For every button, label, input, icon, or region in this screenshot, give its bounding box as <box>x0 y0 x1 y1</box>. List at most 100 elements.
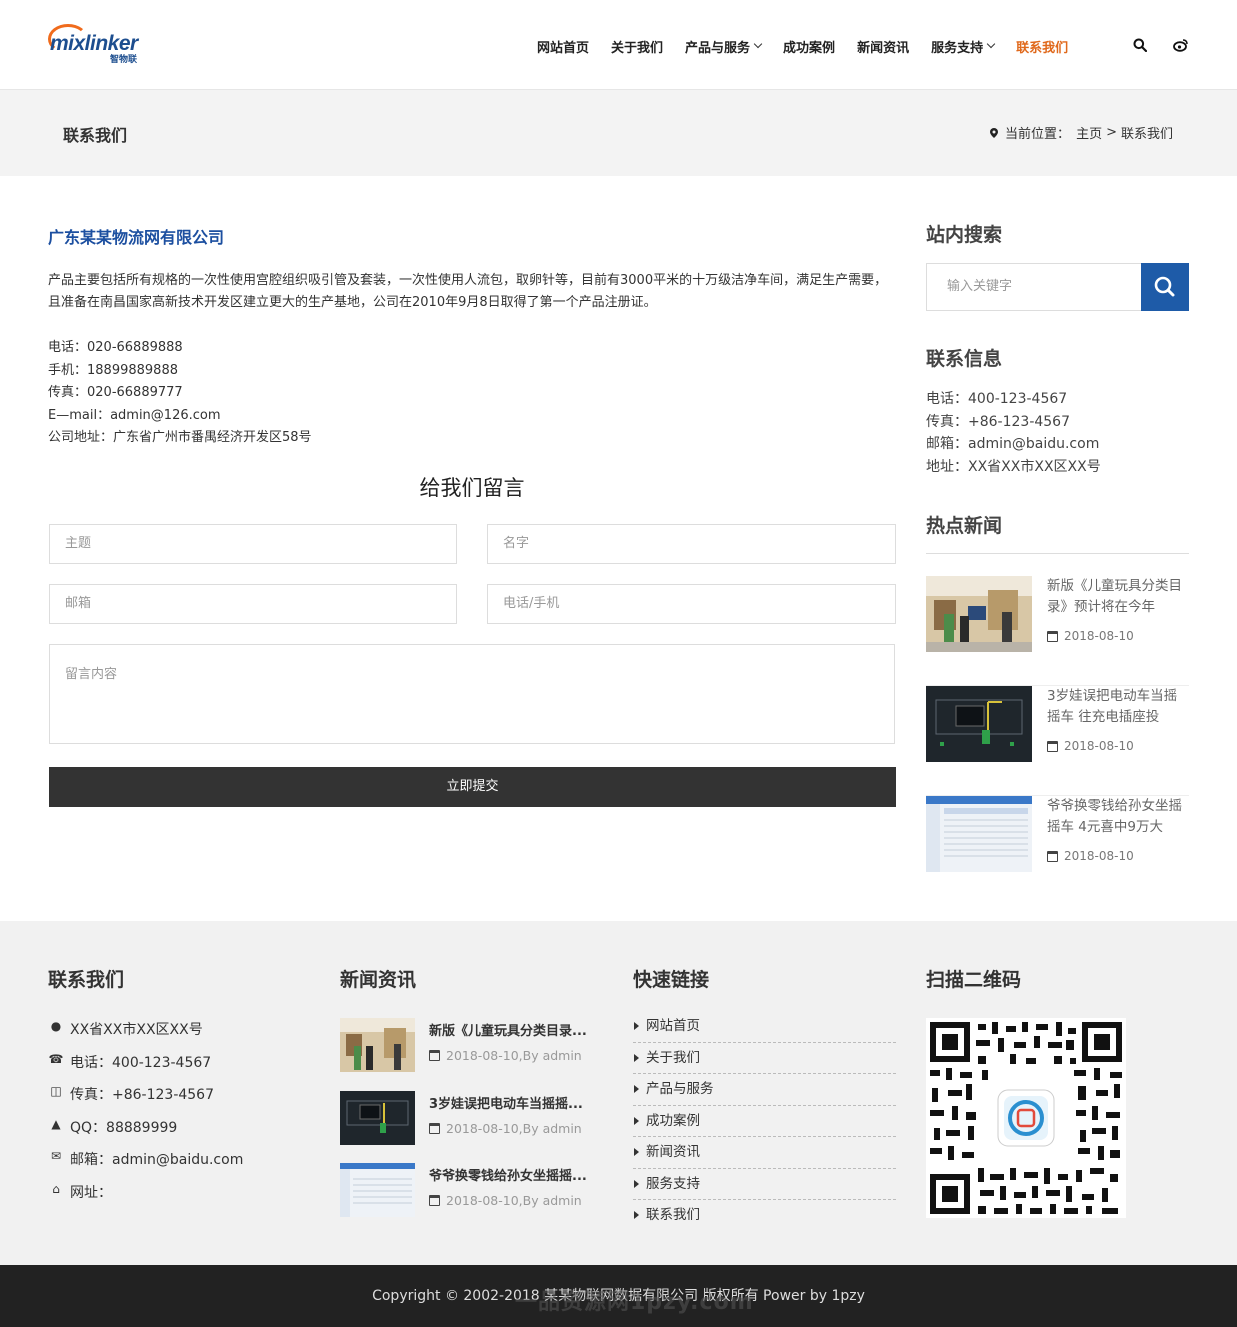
meta-text: 2018-08-10,By admin <box>446 1048 582 1063</box>
name-input[interactable]: 名字 <box>487 524 896 564</box>
nav-label: 服务支持 <box>931 40 984 56</box>
breadcrumb: 当前位置： 主页 > 联系我们 <box>990 123 1173 142</box>
contact-phone: 电话：020-66889888 <box>48 340 183 355</box>
message-form-title: 给我们留言 <box>419 476 525 500</box>
sidebar-email: 邮箱：admin@baidu.com <box>926 436 1100 452</box>
sidebar-contact-title: 联系信息 <box>926 348 1003 370</box>
search-icon[interactable] <box>1133 38 1147 52</box>
footer-link-contact[interactable]: 联系我们 <box>633 1200 896 1232</box>
envelope-icon: ✉ <box>50 1149 62 1163</box>
news-thumbnail-diagram <box>926 686 1032 762</box>
submit-button[interactable]: 立即提交 <box>49 767 896 807</box>
nav-label: 成功案例 <box>783 40 836 56</box>
hot-news-title[interactable]: 3岁娃误把电动车当摇摇车 往充电插座投 <box>1047 686 1189 728</box>
breadcrumb-home-link[interactable]: 主页 <box>1076 123 1102 142</box>
sidebar-contact-list: 电话：400-123-4567 传真：+86-123-4567 邮箱：admin… <box>926 388 1101 478</box>
footer-news-title-text[interactable]: 新版《儿童玩具分类目录... <box>429 1020 601 1039</box>
breadcrumb-prefix: 当前位置： <box>1005 127 1071 142</box>
sidebar-search-button[interactable] <box>1141 263 1189 311</box>
email-input[interactable]: 邮箱 <box>49 584 457 624</box>
search-icon <box>1154 276 1175 297</box>
footer-link-home[interactable]: 网站首页 <box>633 1011 896 1043</box>
qq-icon: ▲ <box>51 1116 61 1131</box>
footer-news-item[interactable]: 爷爷换零钱给孙女坐摇摇... 2018-08-10,By admin <box>340 1163 600 1217</box>
divider <box>926 553 1189 554</box>
calendar-icon <box>429 1123 440 1134</box>
phone-input[interactable]: 电话/手机 <box>487 584 896 624</box>
map-pin-icon: ● <box>50 1019 62 1033</box>
footer-link-cases[interactable]: 成功案例 <box>633 1106 896 1137</box>
footer-contact-list: ● XX省XX市XX区XX号 ☎ 电话：400-123-4567 ◫ 传真：+86-1… <box>48 1019 244 1215</box>
footer-contact-fax: ◫ 传真：+86-123-4567 <box>48 1084 243 1117</box>
contact-mobile: 手机：18899889888 <box>48 362 178 378</box>
nav-label: 新闻资讯 <box>857 40 910 56</box>
nav-item-cases[interactable]: 成功案例 <box>783 36 835 56</box>
message-textarea[interactable]: 留言内容 <box>49 644 895 744</box>
contact-text: XX省XX市XX区XX号 <box>70 1022 203 1038</box>
contact-address: 公司地址：广东省广州市番禺经济开发区58号 <box>48 430 312 445</box>
subject-input[interactable]: 主题 <box>49 524 457 564</box>
footer-contact-website: ⌂ 网址： <box>48 1182 243 1215</box>
hot-news-date: 2018-08-10 <box>1047 739 1134 753</box>
phone-icon: ☎ <box>48 1051 64 1066</box>
news-thumbnail-exhibition <box>340 1018 415 1072</box>
footer-news-meta: 2018-08-10,By admin <box>429 1121 582 1136</box>
breadcrumb-separator: > <box>1106 125 1117 140</box>
hot-news-date: 2018-08-10 <box>1047 629 1134 643</box>
hot-news-title[interactable]: 新版《儿童玩具分类目录》预计将在今年 <box>1047 576 1189 618</box>
hot-news-item[interactable]: 新版《儿童玩具分类目录》预计将在今年 2018-08-10 <box>926 576 1189 686</box>
news-thumbnail-spreadsheet <box>340 1163 415 1217</box>
news-thumbnail-diagram <box>340 1091 415 1145</box>
calendar-icon <box>429 1050 440 1061</box>
contact-text: 传真：+86-123-4567 <box>70 1087 214 1103</box>
footer-news-item[interactable]: 3岁娃误把电动车当摇摇... 2018-08-10,By admin <box>340 1091 600 1145</box>
nav-item-news[interactable]: 新闻资讯 <box>857 36 909 56</box>
footer-news-title-text[interactable]: 爷爷换零钱给孙女坐摇摇... <box>429 1165 601 1184</box>
company-intro: 产品主要包括所有规格的一次性使用宫腔组织吸引管及套装，一次性使用人流包，取卵针等… <box>48 273 888 310</box>
sidebar-hot-title: 热点新闻 <box>926 515 1003 537</box>
news-thumbnail-spreadsheet <box>926 796 1032 872</box>
footer-news-item[interactable]: 新版《儿童玩具分类目录... 2018-08-10,By admin <box>340 1018 600 1072</box>
page-title: 联系我们 <box>63 126 128 145</box>
hot-news-item[interactable]: 3岁娃误把电动车当摇摇车 往充电插座投 2018-08-10 <box>926 686 1189 796</box>
nav-item-contact[interactable]: 联系我们 <box>1016 36 1068 56</box>
footer-link-news[interactable]: 新闻资讯 <box>633 1137 896 1169</box>
hot-news-title[interactable]: 爷爷换零钱给孙女坐摇摇车 4元喜中9万大 <box>1047 796 1189 838</box>
date-text: 2018-08-10 <box>1064 629 1134 643</box>
calendar-icon <box>429 1195 440 1206</box>
nav-label: 产品与服务 <box>685 40 751 56</box>
footer-contact-email: ✉ 邮箱：admin@baidu.com <box>48 1149 243 1182</box>
footer-news-meta: 2018-08-10,By admin <box>429 1048 582 1063</box>
meta-text: 2018-08-10,By admin <box>446 1121 582 1136</box>
site-logo[interactable]: mixlinker 智物联 <box>48 22 156 65</box>
logo-subtext: 智物联 <box>110 55 138 65</box>
footer-news-title-text[interactable]: 3岁娃误把电动车当摇摇... <box>429 1093 601 1112</box>
company-contact-list: 电话：020-66889888 手机：18899889888 传真：020-66… <box>48 337 312 450</box>
footer-contact-address: ● XX省XX市XX区XX号 <box>48 1019 243 1052</box>
contact-text: 邮箱：admin@baidu.com <box>70 1152 244 1168</box>
company-name: 广东某某物流网有限公司 <box>48 228 225 247</box>
footer-link-about[interactable]: 关于我们 <box>633 1043 896 1074</box>
footer-link-products[interactable]: 产品与服务 <box>633 1074 896 1106</box>
site-header: mixlinker 智物联 网站首页 关于我们 产品与服务 成功案例 新闻资讯 … <box>0 0 1237 90</box>
footer-news-title: 新闻资讯 <box>340 969 417 991</box>
calendar-icon <box>1047 850 1058 862</box>
footer-contact-qq: ▲ QQ：88889999 <box>48 1117 243 1150</box>
home-icon: ⌂ <box>52 1181 60 1196</box>
footer-link-support[interactable]: 服务支持 <box>633 1169 896 1200</box>
footer-contact-phone: ☎ 电话：400-123-4567 <box>48 1052 243 1085</box>
sidebar-search-title: 站内搜索 <box>926 224 1003 246</box>
map-pin-icon <box>990 127 999 138</box>
calendar-icon <box>1047 740 1058 752</box>
sidebar-search-input[interactable]: 输入关键字 <box>926 263 1141 311</box>
date-text: 2018-08-10 <box>1064 849 1134 863</box>
hot-news-item[interactable]: 爷爷换零钱给孙女坐摇摇车 4元喜中9万大 2018-08-10 <box>926 796 1189 906</box>
nav-item-home[interactable]: 网站首页 <box>537 36 589 56</box>
nav-item-support[interactable]: 服务支持 <box>931 36 996 56</box>
nav-label: 网站首页 <box>537 40 590 56</box>
footer-contact-title: 联系我们 <box>48 969 125 991</box>
nav-item-products[interactable]: 产品与服务 <box>685 36 763 56</box>
nav-item-about[interactable]: 关于我们 <box>611 36 663 56</box>
weibo-icon[interactable] <box>1173 38 1189 52</box>
footer-qr-title: 扫描二维码 <box>926 969 1022 991</box>
